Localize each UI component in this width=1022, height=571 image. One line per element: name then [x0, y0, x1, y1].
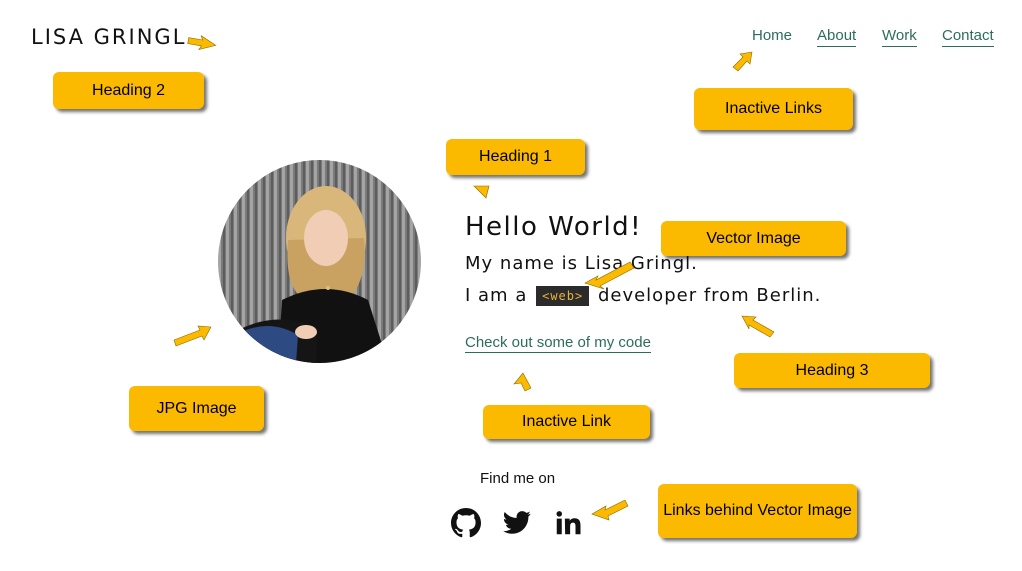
- arrow-icon: [173, 325, 212, 347]
- arrow-icon: [473, 185, 490, 199]
- annotation-arrows: [173, 35, 775, 521]
- arrow-icon: [732, 51, 753, 72]
- arrow-icon: [591, 499, 629, 521]
- arrow-icon: [584, 261, 635, 290]
- arrow-icon: [741, 315, 775, 338]
- arrow-icon: [513, 372, 532, 392]
- arrow-icon: [187, 35, 217, 51]
